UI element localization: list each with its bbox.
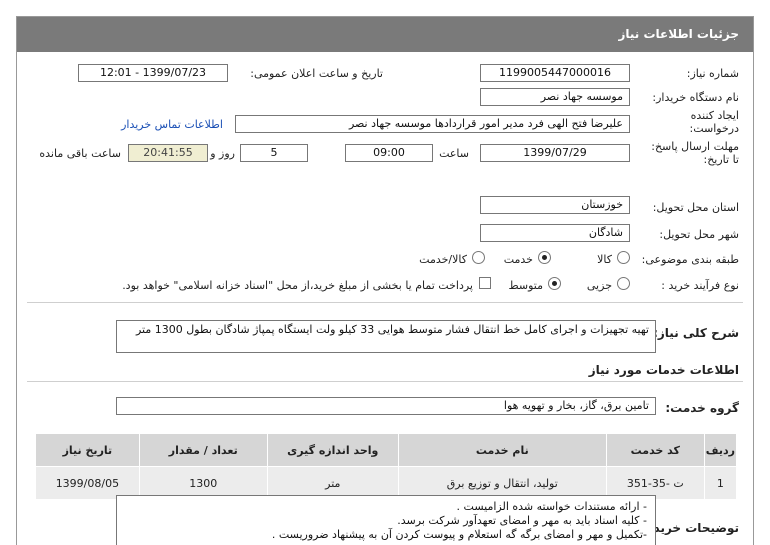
announce-label: تاریخ و ساعت اعلان عمومی:: [250, 67, 383, 80]
category-option-goods: کالا: [597, 253, 612, 266]
city-label: شهر محل تحویل:: [659, 228, 739, 241]
deadline-date-field[interactable]: 1399/07/29: [480, 144, 630, 162]
process-option-minor: جزیی: [586, 279, 612, 292]
table-header-row: ردیف کد خدمت نام خدمت واحد اندازه گیری ت…: [35, 433, 738, 467]
col-header-name: نام خدمت: [397, 433, 607, 467]
deadline-time-field[interactable]: 09:00: [345, 144, 433, 162]
treasury-payment-checkbox[interactable]: [479, 277, 491, 289]
category-label: طبقه بندی موضوعی:: [641, 253, 739, 266]
panel-title: جزئیات اطلاعات نیاز: [17, 17, 753, 52]
time-label: ساعت: [439, 147, 469, 160]
buyer-note-line: - ارائه مستندات خواسته شده الزامیست .: [456, 500, 647, 513]
deadline-label: مهلت ارسال پاسخ: تا تاریخ:: [651, 140, 739, 166]
announce-field[interactable]: 1399/07/23 - 12:01: [78, 64, 228, 82]
col-header-qty: تعداد / مقدار: [138, 433, 268, 467]
category-radio-service[interactable]: [538, 251, 551, 264]
need-number-label: شماره نیاز:: [686, 67, 739, 80]
buyer-field[interactable]: موسسه جهاد نصر: [480, 88, 630, 106]
need-number-field[interactable]: 1199005447000016: [480, 64, 630, 82]
buyer-contact-link[interactable]: اطلاعات تماس خریدار: [121, 118, 223, 131]
divider: [27, 381, 743, 382]
creator-field[interactable]: علیرضا فتح الهی فرد مدیر امور قراردادها …: [235, 115, 630, 133]
process-label: نوع فرآیند خرید :: [661, 279, 739, 292]
days-field[interactable]: 5: [240, 144, 308, 162]
buyer-note-line: -تکمیل و مهر و امضای برگه گه استعلام و پ…: [271, 528, 647, 541]
service-group-field[interactable]: تامین برق، گاز، بخار و تهویه هوا: [116, 397, 656, 415]
buyer-notes-field[interactable]: - ارائه مستندات خواسته شده الزامیست . - …: [116, 495, 656, 545]
process-radio-minor[interactable]: [617, 277, 630, 290]
col-header-date: تاریخ نیاز: [35, 433, 140, 467]
city-field[interactable]: شادگان: [480, 224, 630, 242]
col-header-unit: واحد اندازه گیری: [266, 433, 399, 467]
col-header-code: کد خدمت: [605, 433, 705, 467]
category-option-goods-service: کالا/خدمت: [419, 253, 467, 266]
days-label: روز و: [210, 147, 235, 160]
category-radio-goods-service[interactable]: [472, 251, 485, 264]
general-desc-field[interactable]: تهیه تجهیزات و اجرای کامل خط انتقال فشار…: [116, 320, 656, 353]
process-radio-medium[interactable]: [548, 277, 561, 290]
col-header-row: ردیف: [703, 433, 738, 467]
general-desc-label: شرح کلی نیاز:: [653, 326, 739, 340]
process-option-medium: متوسط: [508, 279, 543, 292]
cell-row: 1: [703, 466, 738, 500]
treasury-payment-note: پرداخت تمام یا بخشی از مبلغ خرید،از محل …: [122, 279, 473, 292]
buyer-label: نام دستگاه خریدار:: [652, 91, 739, 104]
service-group-label: گروه خدمت:: [665, 401, 739, 415]
creator-label: ایجاد کننده درخواست:: [689, 109, 739, 135]
remaining-label: ساعت باقی مانده: [39, 147, 121, 160]
remaining-time-field: 20:41:55: [128, 144, 208, 162]
category-radio-goods[interactable]: [617, 251, 630, 264]
need-details-panel: جزئیات اطلاعات نیاز شماره نیاز: 11990054…: [16, 16, 754, 545]
category-option-service: خدمت: [503, 253, 533, 266]
services-table: ردیف کد خدمت نام خدمت واحد اندازه گیری ت…: [35, 433, 738, 500]
divider: [27, 302, 743, 303]
province-field[interactable]: خوزستان: [480, 196, 630, 214]
province-label: استان محل تحویل:: [652, 201, 739, 214]
services-heading: اطلاعات خدمات مورد نیاز: [588, 363, 739, 377]
buyer-note-line: - کلیه اسناد باید به مهر و امضای تعهدآور…: [397, 514, 647, 527]
